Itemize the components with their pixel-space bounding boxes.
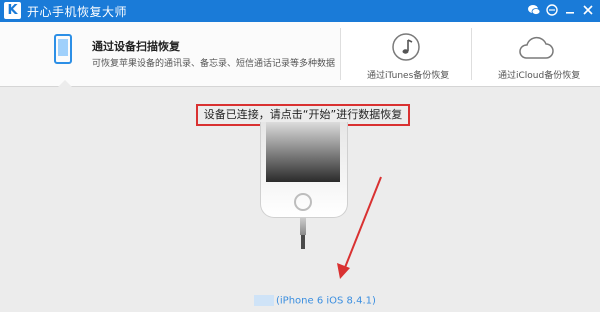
- tab-device-scan-title: 通过设备扫描恢复: [92, 40, 180, 53]
- tab-device-scan-desc: 可恢复苹果设备的通讯录、备忘录、短信通话记录等多种数据: [92, 59, 336, 69]
- music-note-icon: [391, 32, 421, 66]
- chat-icon[interactable]: [544, 3, 560, 19]
- tab-itunes[interactable]: 通过iTunes备份恢复: [341, 22, 471, 86]
- mode-tabs: 通过设备扫描恢复 可恢复苹果设备的通讯录、备忘录、短信通话记录等多种数据 通过i…: [0, 22, 600, 87]
- device-info[interactable]: (iPhone 6 iOS 8.4.1): [254, 295, 376, 307]
- tab-icloud-label: 通过iCloud备份恢复: [498, 71, 581, 81]
- tab-device-scan[interactable]: 通过设备扫描恢复 可恢复苹果设备的通讯录、备忘录、短信通话记录等多种数据: [0, 22, 340, 87]
- phone-icon: [54, 34, 72, 64]
- close-icon[interactable]: [580, 3, 596, 19]
- tab-icloud[interactable]: 通过iCloud备份恢复: [472, 22, 600, 86]
- device-model: (iPhone 6 iOS 8.4.1): [276, 295, 376, 307]
- cloud-icon: [516, 36, 556, 66]
- window-controls: [526, 3, 596, 19]
- minimize-icon[interactable]: [562, 3, 578, 19]
- app-logo: K: [4, 2, 21, 19]
- title-bar: K 开心手机恢复大师: [0, 0, 600, 22]
- annotation-arrow: [337, 176, 382, 279]
- app-title: 开心手机恢复大师: [27, 5, 128, 19]
- redacted-device-name: [254, 295, 274, 306]
- tab-itunes-label: 通过iTunes备份恢复: [367, 71, 450, 81]
- wechat-icon[interactable]: [526, 3, 542, 19]
- main-content: 设备已连接，请点击“开始”进行数据恢复 (iPhone 6 iOS 8.4.1): [0, 87, 600, 312]
